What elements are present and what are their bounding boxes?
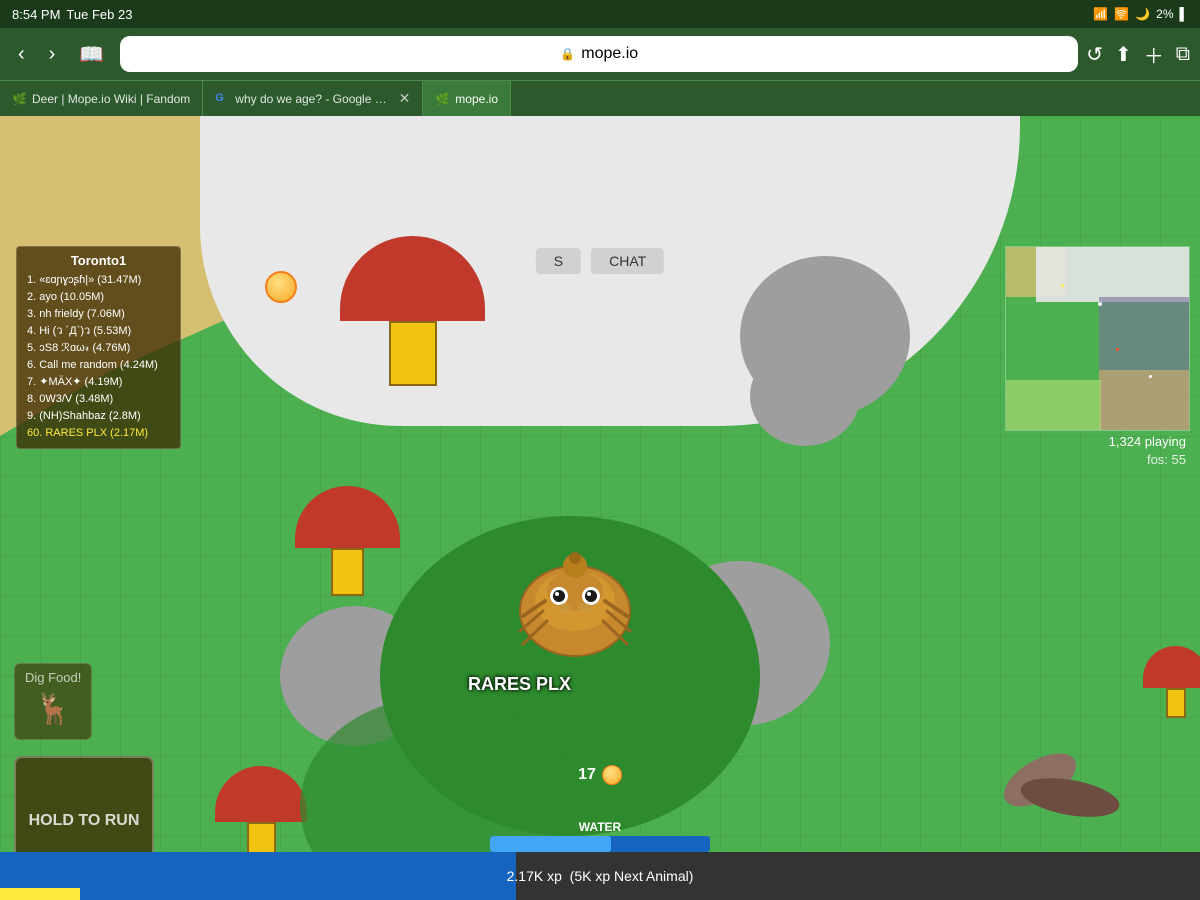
wifi-icon: 🛜	[1114, 7, 1129, 21]
bookmarks-button[interactable]: 📖	[71, 36, 112, 73]
address-bar[interactable]: 🔒 mope.io	[120, 36, 1078, 72]
leaderboard-item-2: 2. ayo (10.05M)	[27, 289, 170, 306]
leaderboard-item-4: 4. Hi (ว ´Д`)ว (5.53M)	[27, 323, 170, 340]
tab-label-3: mope.io	[455, 92, 498, 106]
mini-map	[1005, 246, 1190, 431]
rock-medium-top	[750, 346, 860, 446]
lock-icon: 🔒	[560, 47, 575, 61]
mushroom-lower-left	[215, 766, 307, 864]
new-tab-button[interactable]: ＋	[1144, 40, 1164, 69]
xp-text-display: 2.17K xp (5K xp Next Animal)	[507, 868, 694, 884]
status-bar: 8:54 PM Tue Feb 23 📶 🛜 🌙 2% ▌	[0, 0, 1200, 28]
back-button[interactable]: ‹	[10, 37, 33, 72]
status-bar-right: 📶 🛜 🌙 2% ▌	[1093, 7, 1188, 21]
coin-count-value: 17	[578, 766, 596, 784]
nav-bar: ‹ › 📖 🔒 mope.io ↺ ⬆ ＋ ⧉	[0, 28, 1200, 80]
water-bar-container: WATER	[490, 820, 710, 852]
s-button[interactable]: S	[536, 248, 581, 274]
tab-mope-io[interactable]: 🌿 mope.io	[423, 81, 511, 116]
nav-actions: ↺ ⬆ ＋ ⧉	[1086, 40, 1190, 69]
water-bar-fill	[490, 836, 611, 852]
leaderboard-item-9: 9. (NH)Shahbaz (2.8M)	[27, 408, 170, 425]
yellow-progress-bar	[0, 888, 80, 900]
mini-map-dot-1	[1061, 284, 1064, 287]
leaderboard-item-1: 1. «ɛɑɲɣɔʂɦ|» (31.47M)	[27, 272, 170, 289]
leaderboard-title: Toronto1	[27, 253, 170, 268]
water-bar-background	[490, 836, 710, 852]
mini-map-dot-2	[1116, 348, 1119, 351]
status-bar-left: 8:54 PM Tue Feb 23	[12, 7, 132, 22]
tabs-button[interactable]: ⧉	[1176, 43, 1190, 66]
coin-icon	[602, 765, 622, 785]
chat-button[interactable]: CHAT	[591, 248, 664, 274]
mushroom-left-middle	[295, 486, 400, 596]
tab-label-2: why do we age? - Google Search	[235, 92, 388, 106]
dig-food-label: Dig Food!	[25, 670, 81, 685]
player-name-label: RARES PLX	[468, 674, 571, 695]
date-display: Tue Feb 23	[66, 7, 132, 22]
reload-button[interactable]: ↺	[1086, 42, 1103, 67]
deer-icon: 🦌	[28, 689, 78, 729]
xp-bar: 2.17K xp (5K xp Next Animal)	[0, 852, 1200, 900]
leaderboard-item-5: 5. ɔS8 ℛɑω𝓇 (4.76M)	[27, 340, 170, 357]
battery-display: 2%	[1156, 7, 1173, 21]
leaderboard-item-3: 3. nh frieldy (7.06M)	[27, 306, 170, 323]
browser-chrome: ‹ › 📖 🔒 mope.io ↺ ⬆ ＋ ⧉ 🌿 Deer | Mope.io…	[0, 28, 1200, 116]
playing-count: 1,324 playing	[1109, 434, 1186, 449]
mini-map-background	[1006, 247, 1189, 430]
dig-food-area[interactable]: Dig Food! 🦌	[14, 663, 92, 740]
battery-icon: ▌	[1179, 7, 1188, 21]
tab-deer-wiki[interactable]: 🌿 Deer | Mope.io Wiki | Fandom	[0, 81, 203, 116]
game-container: RARES PLX S CHAT Toronto1 1. «ɛɑɲɣɔʂɦ|» …	[0, 116, 1200, 900]
fps-display: fos: 55	[1147, 452, 1186, 467]
mini-map-dot-player	[1098, 302, 1102, 306]
water-bar-label: WATER	[490, 820, 710, 834]
tab-favicon-1: 🌿	[12, 92, 26, 106]
leaderboard: Toronto1 1. «ɛɑɲɣɔʂɦ|» (31.47M) 2. ayo (…	[16, 246, 181, 449]
forward-button[interactable]: ›	[41, 37, 64, 72]
tab-favicon-2: G	[215, 92, 229, 106]
leaderboard-item-6: 6. Call me random (4.24M)	[27, 357, 170, 374]
share-button[interactable]: ⬆	[1115, 42, 1132, 67]
player-character	[505, 536, 645, 671]
leaderboard-item-7: 7. ✦MÄX✦ (4.19M)	[27, 374, 170, 391]
tab-favicon-3: 🌿	[435, 92, 449, 106]
tab-google-search[interactable]: G why do we age? - Google Search ✕	[203, 81, 423, 116]
tab-bar: 🌿 Deer | Mope.io Wiki | Fandom G why do …	[0, 80, 1200, 116]
tab-label-1: Deer | Mope.io Wiki | Fandom	[32, 92, 190, 106]
coin-counter: 17	[578, 765, 622, 785]
mushroom-right-edge	[1143, 646, 1200, 718]
url-display: mope.io	[581, 45, 638, 63]
mushroom-top-center	[340, 236, 485, 386]
time-display: 8:54 PM	[12, 7, 60, 22]
hold-to-run-label: HOLD TO RUN	[29, 812, 140, 830]
signal-icon: 📶	[1093, 7, 1108, 21]
leaderboard-item-60: 60. RARES PLX (2.17M)	[27, 425, 170, 442]
tab-close-2[interactable]: ✕	[399, 90, 411, 107]
top-buttons: S CHAT	[536, 248, 664, 274]
leaderboard-item-8: 8. 0W3/V (3.48M)	[27, 391, 170, 408]
moon-icon: 🌙	[1135, 7, 1150, 21]
